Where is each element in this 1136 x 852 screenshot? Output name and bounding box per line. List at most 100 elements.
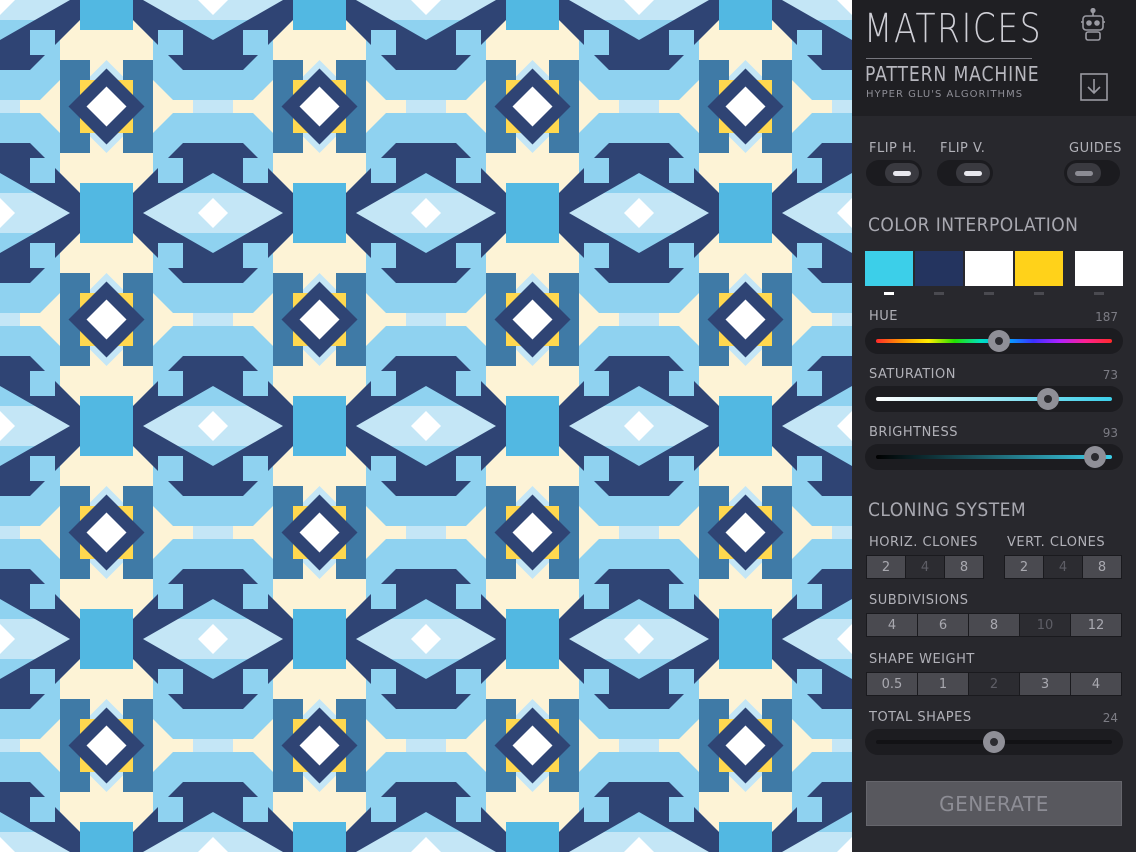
swatch-indicator-1 bbox=[884, 292, 894, 295]
pattern-shape bbox=[371, 797, 396, 822]
pattern-shape bbox=[506, 213, 533, 243]
subdivisions-option[interactable]: 12 bbox=[1071, 614, 1121, 636]
pattern-shape bbox=[745, 396, 772, 426]
pattern-shape bbox=[669, 797, 694, 822]
pattern-shape bbox=[532, 0, 559, 30]
pattern-shape bbox=[30, 243, 55, 268]
pattern-shape bbox=[243, 243, 268, 268]
vert-clones-option[interactable]: 2 bbox=[1005, 556, 1043, 578]
flip-h-toggle[interactable] bbox=[866, 160, 922, 186]
pattern-shape bbox=[371, 30, 396, 55]
generate-button[interactable]: GENERATE bbox=[866, 781, 1122, 826]
pattern-shape bbox=[293, 183, 320, 213]
hue-thumb[interactable] bbox=[987, 330, 1010, 352]
pattern-shape bbox=[243, 371, 268, 396]
pattern-shape bbox=[80, 609, 107, 639]
pattern-shape bbox=[158, 30, 183, 55]
pattern-shape bbox=[456, 30, 481, 55]
pattern-shape bbox=[243, 456, 268, 481]
horiz-clones-option[interactable]: 8 bbox=[945, 556, 983, 578]
pattern-shape bbox=[293, 822, 320, 852]
pattern-shape bbox=[584, 584, 609, 609]
brightness-slider[interactable] bbox=[865, 444, 1123, 470]
pattern-tile bbox=[0, 639, 213, 852]
pattern-shape bbox=[80, 426, 107, 456]
shape-weight-option[interactable]: 1 bbox=[918, 673, 968, 695]
horiz-clones-selector[interactable]: 248 bbox=[866, 555, 984, 579]
swatch-indicator-3 bbox=[984, 292, 994, 295]
subdivisions-option[interactable]: 8 bbox=[969, 614, 1019, 636]
subdivisions-option[interactable]: 4 bbox=[867, 614, 917, 636]
pattern-shape bbox=[371, 371, 396, 396]
flip-v-toggle[interactable] bbox=[937, 160, 993, 186]
pattern-shape bbox=[745, 426, 772, 456]
color-swatch-5[interactable] bbox=[1075, 251, 1123, 286]
shape-weight-option[interactable]: 0.5 bbox=[867, 673, 917, 695]
pattern-shape bbox=[30, 669, 55, 694]
pattern-artwork bbox=[0, 0, 852, 852]
pattern-shape bbox=[719, 213, 746, 243]
vert-clones-selector[interactable]: 248 bbox=[1004, 555, 1122, 579]
total-shapes-thumb[interactable] bbox=[983, 731, 1005, 753]
pattern-shape bbox=[106, 609, 133, 639]
pattern-shape bbox=[30, 456, 55, 481]
pattern-shape bbox=[506, 426, 533, 456]
robot-icon[interactable] bbox=[1078, 8, 1108, 41]
pattern-shape bbox=[745, 183, 772, 213]
pattern-shape bbox=[319, 0, 346, 30]
pattern-shape bbox=[243, 158, 268, 183]
pattern-shape bbox=[719, 639, 746, 669]
vert-clones-option[interactable]: 8 bbox=[1083, 556, 1121, 578]
pattern-shape bbox=[745, 609, 772, 639]
flip-v-label: FLIP V. bbox=[940, 141, 986, 156]
pattern-shape bbox=[797, 371, 822, 396]
subdivisions-selector[interactable]: 4 6 8 10 12 bbox=[866, 613, 1122, 637]
pattern-shape bbox=[719, 426, 746, 456]
pattern-shape bbox=[506, 822, 533, 852]
pattern-shape bbox=[797, 243, 822, 268]
pattern-shape bbox=[456, 584, 481, 609]
horiz-clones-option[interactable]: 2 bbox=[867, 556, 905, 578]
horiz-clones-option[interactable]: 4 bbox=[906, 556, 944, 578]
hue-slider[interactable] bbox=[865, 328, 1123, 354]
shape-weight-selector[interactable]: 0.5 1 2 3 4 bbox=[866, 672, 1122, 696]
pattern-tile bbox=[0, 426, 213, 639]
shape-weight-option[interactable]: 4 bbox=[1071, 673, 1121, 695]
pattern-shape bbox=[669, 669, 694, 694]
color-swatch-2[interactable] bbox=[915, 251, 963, 286]
shape-weight-option[interactable]: 2 bbox=[969, 673, 1019, 695]
pattern-shape bbox=[584, 797, 609, 822]
pattern-shape bbox=[584, 158, 609, 183]
vert-clones-option[interactable]: 4 bbox=[1044, 556, 1082, 578]
color-swatch-3[interactable] bbox=[965, 251, 1013, 286]
pattern-tile bbox=[639, 213, 852, 426]
pattern-tile bbox=[639, 639, 852, 852]
pattern-shape bbox=[719, 0, 746, 30]
download-icon[interactable] bbox=[1079, 72, 1109, 102]
color-swatch-4[interactable] bbox=[1015, 251, 1063, 286]
saturation-label: SATURATION bbox=[869, 367, 956, 382]
subdivisions-option[interactable]: 10 bbox=[1020, 614, 1070, 636]
pattern-canvas[interactable] bbox=[0, 0, 852, 852]
total-shapes-slider[interactable] bbox=[865, 729, 1123, 755]
pattern-shape bbox=[532, 396, 559, 426]
subdivisions-option[interactable]: 6 bbox=[918, 614, 968, 636]
flip-h-label: FLIP H. bbox=[869, 141, 917, 156]
pattern-tile bbox=[639, 0, 852, 213]
pattern-shape bbox=[158, 243, 183, 268]
brightness-thumb[interactable] bbox=[1084, 446, 1107, 468]
guides-toggle[interactable] bbox=[1064, 160, 1120, 186]
saturation-slider[interactable] bbox=[865, 386, 1123, 412]
app-subtitle: PATTERN MACHINE bbox=[865, 62, 1040, 86]
pattern-shape bbox=[319, 213, 346, 243]
color-swatch-1[interactable] bbox=[865, 251, 913, 286]
vert-clones-label: VERT. CLONES bbox=[1007, 535, 1106, 550]
pattern-shape bbox=[719, 822, 746, 852]
swatch-indicator-2 bbox=[934, 292, 944, 295]
saturation-thumb[interactable] bbox=[1037, 388, 1060, 410]
pattern-shape bbox=[719, 183, 746, 213]
shape-weight-option[interactable]: 3 bbox=[1020, 673, 1070, 695]
pattern-shape bbox=[456, 669, 481, 694]
guides-label: GUIDES bbox=[1069, 141, 1122, 156]
flip-h-knob bbox=[885, 163, 919, 183]
